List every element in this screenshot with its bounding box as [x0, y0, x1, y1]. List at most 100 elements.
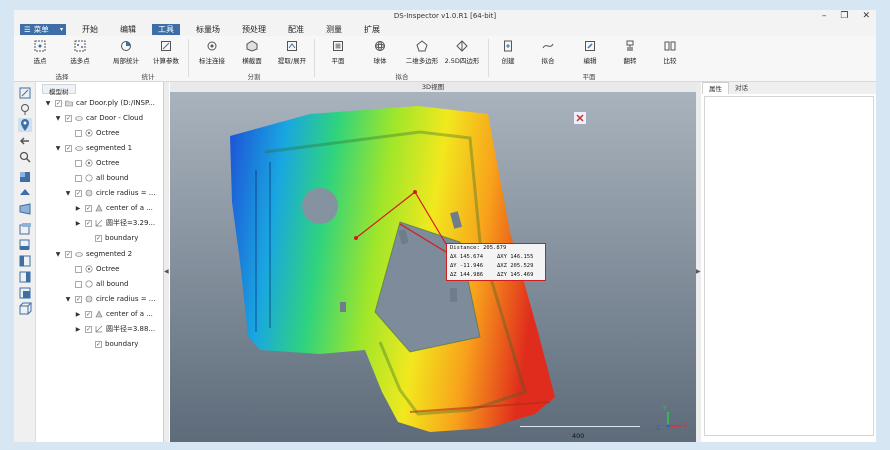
- tree-item-root[interactable]: ▼ ✓ car Door.ply (D:/INSP...: [44, 97, 155, 109]
- view-front-icon[interactable]: [18, 170, 32, 184]
- expand-arrow-icon[interactable]: ▶: [74, 326, 82, 333]
- model-tree-panel: 模型树 ▼ ✓ car Door.ply (D:/INSP... ▼ ✓ car D…: [40, 82, 164, 442]
- checkbox[interactable]: ✓: [85, 325, 92, 333]
- location-pin-icon[interactable]: [18, 118, 32, 132]
- fit-button[interactable]: 拟合: [528, 40, 568, 65]
- collapse-left-icon[interactable]: ◀: [164, 268, 169, 275]
- tab-measure[interactable]: 测量: [320, 24, 348, 35]
- tree-item-all-bound[interactable]: ▶ all bound: [64, 278, 128, 290]
- model-tree-tab[interactable]: 模型树: [42, 84, 76, 96]
- checkbox[interactable]: ✓: [65, 114, 72, 122]
- collapse-right-icon[interactable]: ▶: [696, 268, 701, 275]
- expand-arrow-icon[interactable]: ▼: [44, 100, 52, 107]
- tab-properties[interactable]: 属性: [702, 82, 729, 94]
- checkbox[interactable]: ✓: [55, 99, 62, 107]
- tab-registration[interactable]: 配准: [282, 24, 310, 35]
- tree-item-radius-label[interactable]: ▶ ✓ 圆半径=3.29...: [74, 217, 155, 229]
- view-back-icon[interactable]: [18, 286, 32, 300]
- tree-item-segmented-2[interactable]: ▼ ✓ segmented 2: [54, 248, 132, 260]
- expand-arrow-icon[interactable]: ▼: [64, 296, 72, 303]
- zoom-fit-icon[interactable]: [18, 86, 32, 100]
- view-left-icon[interactable]: [18, 254, 32, 268]
- 3d-viewport[interactable]: Distance: 205.879 ΔX 145.674 ΔXY 146.155 …: [170, 92, 696, 442]
- extract-button[interactable]: 提取/展开: [272, 40, 312, 65]
- expand-arrow-icon[interactable]: ▶: [74, 311, 82, 318]
- tree-item-boundary[interactable]: ▶✓ boundary: [84, 232, 138, 244]
- checkbox[interactable]: ✓: [65, 250, 72, 258]
- view-right-icon[interactable]: [18, 270, 32, 284]
- maximize-button[interactable]: ❐: [840, 11, 848, 21]
- cross-section-button[interactable]: 横截面: [232, 40, 272, 65]
- checkbox[interactable]: ✓: [85, 204, 92, 212]
- tab-start[interactable]: 开始: [76, 24, 104, 35]
- tab-tools[interactable]: 工具: [152, 24, 180, 35]
- expand-arrow-icon[interactable]: ▶: [74, 205, 82, 212]
- view-iso-icon[interactable]: [18, 186, 32, 200]
- view-top-icon[interactable]: [18, 222, 32, 236]
- main-menu-button[interactable]: ☰ 菜单 ▾: [20, 24, 66, 35]
- tab-edit[interactable]: 编辑: [114, 24, 142, 35]
- view-cube-icon[interactable]: [18, 302, 32, 316]
- sphere-button[interactable]: 球体: [360, 40, 400, 65]
- tree-item-circle-radius[interactable]: ▼ ✓ circle radius = ...: [64, 187, 156, 199]
- minimize-button[interactable]: –: [822, 11, 827, 21]
- compute-params-button[interactable]: 计算参数: [146, 40, 186, 65]
- tree-item-all-bound[interactable]: ▶ all bound: [64, 172, 128, 184]
- tree-item-octree[interactable]: ▶ Octree: [64, 127, 119, 139]
- expand-arrow-icon[interactable]: ▼: [54, 115, 62, 122]
- tree-item-center[interactable]: ▶ ✓ center of a ...: [74, 202, 153, 214]
- checkbox[interactable]: ✓: [65, 144, 72, 152]
- tree-item-radius-label[interactable]: ▶ ✓ 圆半径=3.88...: [74, 323, 155, 335]
- checkbox[interactable]: ✓: [75, 189, 82, 197]
- checkbox[interactable]: ✓: [95, 340, 102, 348]
- tree-item-cloud[interactable]: ▼ ✓ car Door - Cloud: [54, 112, 143, 124]
- tree-item-center[interactable]: ▶ ✓ center of a ...: [74, 308, 153, 320]
- expand-arrow-icon[interactable]: ▼: [54, 145, 62, 152]
- quad-25d-button[interactable]: 2.5D四边形: [442, 40, 482, 65]
- label-connect-button[interactable]: 标注连接: [192, 40, 232, 65]
- tree-item-circle-radius[interactable]: ▼ ✓ circle radius = ...: [64, 293, 156, 305]
- tree-item-boundary[interactable]: ▶✓ boundary: [84, 338, 138, 350]
- edit-button[interactable]: 编辑: [570, 40, 610, 65]
- view-perspective-icon[interactable]: [18, 202, 32, 216]
- expand-arrow-icon[interactable]: ▼: [64, 190, 72, 197]
- close-icon[interactable]: [574, 112, 586, 124]
- flip-button[interactable]: 翻转: [610, 40, 650, 65]
- tree-item-segmented-1[interactable]: ▼ ✓ segmented 1: [54, 142, 132, 154]
- sphere-label: 球体: [373, 57, 387, 65]
- tree-item-octree[interactable]: ▶ Octree: [64, 263, 119, 275]
- arrow-left-icon[interactable]: [18, 134, 32, 148]
- create-button[interactable]: 创建: [488, 40, 528, 65]
- checkbox[interactable]: ✓: [75, 295, 82, 303]
- expand-arrow-icon[interactable]: ▼: [54, 251, 62, 258]
- multi-select-button[interactable]: 选多点: [60, 40, 100, 65]
- checkbox[interactable]: ✓: [85, 219, 92, 227]
- multi-select-icon: [74, 40, 86, 52]
- checkbox[interactable]: [75, 159, 82, 167]
- local-stats-button[interactable]: 局部统计: [106, 40, 146, 65]
- left-splitter[interactable]: ◀: [164, 82, 169, 442]
- select-point-button[interactable]: 选点: [20, 40, 60, 65]
- tab-extend[interactable]: 扩展: [358, 24, 386, 35]
- magnifier-icon[interactable]: [18, 150, 32, 164]
- axis-x-label: X: [683, 422, 688, 429]
- checkbox[interactable]: [75, 174, 82, 182]
- tab-scalar-field[interactable]: 标量场: [190, 24, 226, 35]
- pick-center-icon[interactable]: [18, 102, 32, 116]
- polygon-2d-button[interactable]: 二维多边形: [402, 40, 442, 65]
- tab-preprocess[interactable]: 预处理: [236, 24, 272, 35]
- checkbox[interactable]: [75, 129, 82, 137]
- view-bottom-icon[interactable]: [18, 238, 32, 252]
- tree-item-label: 圆半径=3.88...: [106, 325, 156, 333]
- checkbox[interactable]: ✓: [95, 234, 102, 242]
- right-splitter[interactable]: ▶: [696, 82, 701, 442]
- plane-button[interactable]: 平面: [318, 40, 358, 65]
- expand-arrow-icon[interactable]: ▶: [74, 220, 82, 227]
- checkbox[interactable]: [75, 265, 82, 273]
- checkbox[interactable]: ✓: [85, 310, 92, 318]
- checkbox[interactable]: [75, 280, 82, 288]
- compare-button[interactable]: 比较: [650, 40, 690, 65]
- tree-item-octree[interactable]: ▶ Octree: [64, 157, 119, 169]
- tab-dialog[interactable]: 对话: [729, 82, 754, 94]
- close-button[interactable]: ✕: [862, 11, 870, 21]
